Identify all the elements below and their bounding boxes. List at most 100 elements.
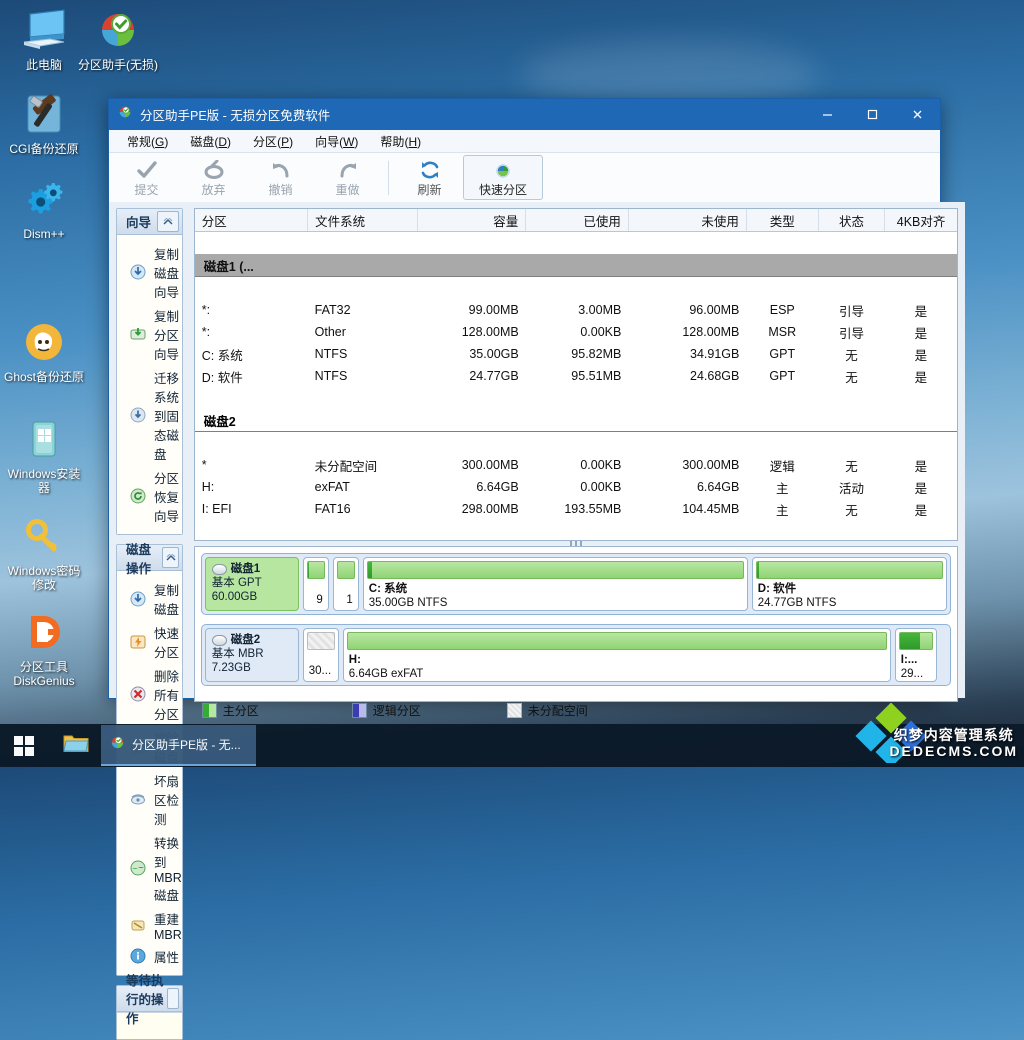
- sidebar-item-partition-recovery-wizard[interactable]: 分区恢复向导: [117, 465, 182, 527]
- disk-operations-panel-title: 磁盘操作: [126, 542, 152, 576]
- partition-assistant-window: 分区助手PE版 - 无损分区免费软件 常规(G) 磁盘(D) 分区(P) 向导(…: [108, 98, 965, 1040]
- cell-capacity: 128.00MB: [461, 325, 519, 339]
- window-titlebar[interactable]: 分区助手PE版 - 无损分区免费软件: [109, 99, 940, 130]
- toolbar-discard[interactable]: 放弃: [180, 155, 247, 200]
- cell-unused: 24.68GB: [690, 369, 740, 383]
- table-row[interactable]: D: 软件 NTFS 24.77GB 95.51MB 24.68GB GPT 无…: [195, 365, 957, 387]
- map-part-h[interactable]: H: 6.64GB exFAT: [342, 628, 891, 682]
- pending-operations-panel-title: 等待执行的操作: [126, 974, 164, 1026]
- group-disk2-row[interactable]: 磁盘2: [194, 409, 957, 432]
- cell-capacity: 6.64GB: [476, 480, 519, 494]
- disk-platter-icon: [211, 563, 227, 575]
- table-row[interactable]: I: EFI FAT16 298.00MB 193.55MB 104.45MB …: [195, 498, 957, 520]
- col-filesystem[interactable]: 文件系统: [307, 209, 419, 232]
- sidebar-item-quick-partition[interactable]: 快速分区: [117, 620, 182, 663]
- sidebar-item-properties[interactable]: 属性: [117, 944, 182, 968]
- desktop-icon-diskgenius[interactable]: 分区工具DiskGenius: [0, 608, 88, 688]
- table-row[interactable]: * 未分配空间 300.00MB 0.00KB 300.00MB 逻辑 无 是: [195, 454, 957, 476]
- map-part-c[interactable]: C: 系统 35.00GB NTFS: [362, 557, 748, 611]
- col-status[interactable]: 状态: [818, 209, 886, 232]
- group-disk1-row[interactable]: 磁盘1 (...: [194, 254, 957, 277]
- desktop-icon-windows-password[interactable]: Windows密码修改: [0, 512, 88, 592]
- map-part-msr[interactable]: 1: [332, 557, 359, 611]
- table-row[interactable]: H: exFAT 6.64GB 0.00KB 6.64GB 主 活动 是: [195, 476, 957, 498]
- menu-help[interactable]: 帮助(H): [370, 131, 431, 152]
- table-row[interactable]: C: 系统 NTFS 35.00GB 95.82MB 34.91GB GPT 无…: [195, 343, 957, 365]
- sidebar-item-convert-to-mbr[interactable]: 转换到MBR磁盘: [117, 830, 182, 906]
- menu-general[interactable]: 常规(G): [117, 131, 178, 152]
- map-part-esp[interactable]: 9: [302, 557, 329, 611]
- menu-disk[interactable]: 磁盘(D): [180, 131, 241, 152]
- cell-capacity: 99.00MB: [468, 303, 519, 317]
- sidebar-item-copy-partition-wizard[interactable]: 复制分区向导: [117, 303, 182, 365]
- cell-used: 95.51MB: [571, 369, 622, 383]
- disk-platter-icon: [211, 634, 227, 646]
- col-align[interactable]: 4KB对齐: [884, 209, 957, 232]
- sidebar-item-copy-disk[interactable]: 复制磁盘: [117, 577, 182, 620]
- disk1-scheme: 基本 GPT: [211, 577, 262, 589]
- start-button[interactable]: [0, 724, 48, 767]
- toolbar-commit[interactable]: 提交: [113, 155, 180, 200]
- cell-capacity: 298.00MB: [461, 502, 519, 516]
- sidebar-item-delete-all-partitions[interactable]: 删除所有分区: [117, 663, 182, 725]
- table-row[interactable]: *: Other 128.00MB 0.00KB 128.00MB MSR 引导…: [195, 321, 957, 343]
- cell-unused: 6.64GB: [696, 480, 740, 494]
- collapse-icon[interactable]: [156, 211, 179, 232]
- diskmap-disk1[interactable]: 磁盘1 基本 GPT 60.00GB 9 1 C: 系统 35.00GB NTF…: [200, 553, 951, 615]
- taskbar-item-partition-assistant[interactable]: 分区助手PE版 - 无...: [101, 725, 256, 766]
- cell-type: GPT: [769, 369, 796, 383]
- toolbar-quick-partition[interactable]: 快速分区: [463, 155, 543, 200]
- cell-type: 主: [776, 481, 789, 496]
- toolbar-refresh[interactable]: 刷新: [396, 155, 463, 200]
- windows-logo-icon: [14, 735, 34, 756]
- cell-status: 无: [845, 348, 858, 363]
- col-capacity[interactable]: 容量: [417, 209, 527, 232]
- sidebar-item-bad-sector-check[interactable]: 坏扇区检测: [117, 768, 182, 830]
- table-row[interactable]: *: FAT32 99.00MB 3.00MB 96.00MB ESP 引导 是: [195, 299, 957, 321]
- col-used[interactable]: 已使用: [525, 209, 629, 232]
- pie-check-icon: [94, 6, 142, 54]
- toolbar-commit-label: 提交: [134, 182, 159, 197]
- maximize-button[interactable]: [850, 99, 895, 130]
- info-icon: [130, 948, 146, 964]
- menu-partition[interactable]: 分区(P): [243, 131, 303, 152]
- menu-wizard[interactable]: 向导(W): [305, 131, 368, 152]
- sidebar-item-rebuild-mbr[interactable]: 重建MBR: [117, 906, 182, 944]
- desktop-icon-windows-installer[interactable]: Windows安装器: [0, 415, 88, 495]
- taskbar-file-explorer[interactable]: [52, 724, 100, 767]
- desktop-icon-ghost-backup[interactable]: Ghost备份还原: [0, 318, 88, 384]
- cell-status: 无: [845, 370, 858, 385]
- toolbar-undo[interactable]: 撤销: [247, 155, 314, 200]
- group-disk2-label: 磁盘2: [194, 409, 957, 432]
- desktop-icon-dism-plus[interactable]: Dism++: [0, 175, 88, 241]
- col-unused[interactable]: 未使用: [628, 209, 747, 232]
- map-part-d[interactable]: D: 软件 24.77GB NTFS: [751, 557, 947, 611]
- disk1-info: 磁盘1 基本 GPT 60.00GB: [204, 557, 299, 611]
- cell-partition: *:: [201, 303, 211, 317]
- map-part-h-name: H:: [348, 653, 361, 666]
- map-part-unalloc[interactable]: 30...: [302, 628, 339, 682]
- table-spacer: [195, 432, 957, 455]
- sidebar-item-copy-disk-wizard[interactable]: 复制磁盘向导: [117, 241, 182, 303]
- sidebar-item-label: 删除所有分区: [154, 669, 180, 722]
- toolbar-redo[interactable]: 重做: [314, 155, 381, 200]
- app-icon: [109, 734, 126, 756]
- cell-status: 无: [845, 503, 858, 518]
- cell-used: 0.00KB: [580, 325, 622, 339]
- desktop-icon-partition-assistant[interactable]: 分区助手(无损): [74, 6, 162, 72]
- col-type[interactable]: 类型: [746, 209, 819, 232]
- sidebar-item-migrate-os-ssd[interactable]: 迁移系统到固态磁盘: [117, 365, 182, 465]
- usage-bar: [336, 561, 355, 579]
- cell-used: 3.00MB: [578, 303, 622, 317]
- diskmap-disk2[interactable]: 磁盘2 基本 MBR 7.23GB 30... H: 6.64GB exFAT: [200, 624, 951, 686]
- collapse-icon[interactable]: [162, 547, 179, 568]
- cell-partition: D: 软件: [201, 370, 243, 385]
- desktop-icon-cgi-backup[interactable]: CGI备份还原: [0, 90, 88, 156]
- main-content: 分区 文件系统 容量 已使用 未使用 类型 状态 4KB对齐 磁盘1 (... …: [190, 202, 965, 718]
- close-button[interactable]: [895, 99, 940, 130]
- minimize-button[interactable]: [805, 99, 850, 130]
- collapse-icon[interactable]: [167, 988, 179, 1009]
- map-part-i[interactable]: I:... 29...: [894, 628, 937, 682]
- col-partition[interactable]: 分区: [194, 209, 309, 232]
- legend-primary: 主分区: [201, 702, 352, 719]
